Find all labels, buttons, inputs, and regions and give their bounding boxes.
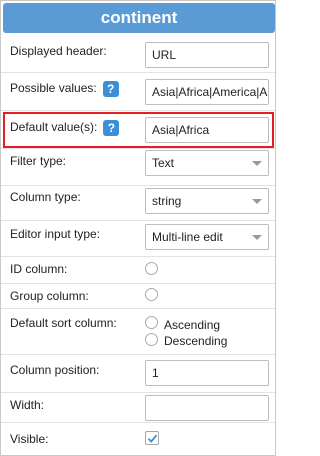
row-displayed-header: Displayed header: URL — [1, 35, 277, 73]
sort-descending-label: Descending — [164, 334, 228, 348]
column-type-label: Column type: — [10, 190, 81, 204]
panel-title: continent — [3, 3, 275, 33]
column-position-label: Column position: — [10, 363, 100, 377]
row-editor-input-type: Editor input type: Multi-line edit — [1, 221, 277, 257]
row-possible-values: Possible values:? Asia|Africa|America|A — [1, 73, 277, 111]
chevron-down-icon — [252, 199, 262, 204]
row-filter-type: Filter type: Text — [1, 149, 277, 186]
chevron-down-icon — [252, 235, 262, 240]
id-column-label: ID column: — [10, 262, 68, 276]
row-column-type: Column type: string — [1, 186, 277, 221]
row-group-column: Group column: — [1, 284, 277, 309]
displayed-header-label: Displayed header: — [10, 44, 107, 58]
editor-input-type-select[interactable]: Multi-line edit — [145, 224, 269, 250]
filter-type-select[interactable]: Text — [145, 150, 269, 176]
checkmark-icon — [147, 434, 158, 443]
question-mark-icon[interactable]: ? — [102, 81, 119, 97]
width-label: Width: — [10, 398, 45, 412]
default-sort-column-label: Default sort column: — [10, 316, 117, 330]
row-default-sort-column: Default sort column: Ascending Descendin… — [1, 309, 277, 355]
row-id-column: ID column: — [1, 257, 277, 284]
sort-descending-radio[interactable] — [145, 333, 158, 346]
editor-input-type-label: Editor input type: — [10, 227, 101, 241]
sort-ascending-label: Ascending — [164, 318, 221, 332]
filter-type-label: Filter type: — [10, 154, 67, 168]
row-visible: Visible: — [1, 423, 277, 455]
possible-values-label: Possible values: — [10, 81, 97, 96]
filter-type-value: Text — [152, 156, 175, 170]
id-column-radio[interactable] — [145, 262, 158, 275]
width-input[interactable] — [145, 395, 269, 421]
group-column-radio[interactable] — [145, 288, 158, 301]
column-type-select[interactable]: string — [145, 188, 269, 214]
possible-values-label-wrap: Possible values:? — [10, 81, 119, 97]
visible-label: Visible: — [10, 432, 49, 446]
row-column-position: Column position: 1 — [1, 355, 277, 393]
sort-ascending-radio[interactable] — [145, 316, 158, 329]
row-width: Width: — [1, 393, 277, 423]
editor-input-type-value: Multi-line edit — [152, 230, 223, 244]
column-position-input[interactable]: 1 — [145, 360, 269, 386]
column-type-value: string — [152, 194, 182, 208]
possible-values-input[interactable]: Asia|Africa|America|A — [145, 79, 269, 105]
chevron-down-icon — [252, 161, 262, 166]
displayed-header-input[interactable]: URL — [145, 42, 269, 68]
group-column-label: Group column: — [10, 289, 89, 303]
column-properties-panel: continent Displayed header: URL Possible… — [0, 0, 277, 456]
highlight-box — [3, 112, 274, 148]
visible-checkbox[interactable] — [145, 431, 159, 445]
